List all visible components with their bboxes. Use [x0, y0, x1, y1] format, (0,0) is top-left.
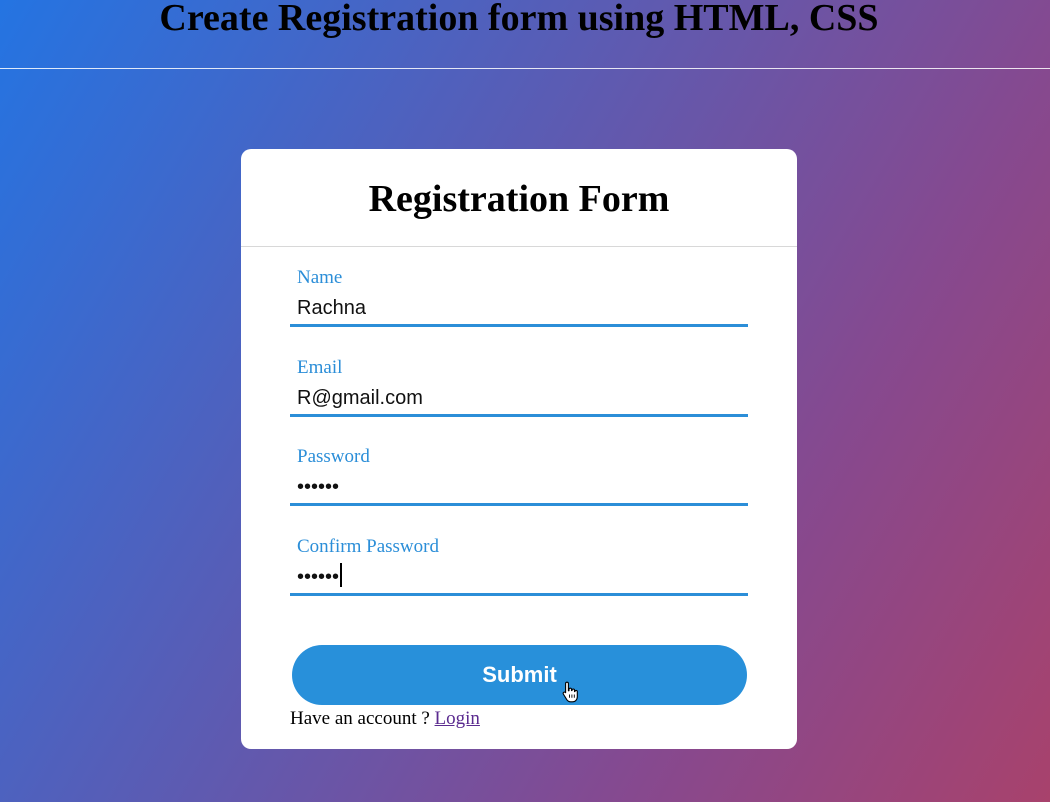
- title-divider: [241, 246, 797, 247]
- password-field-group: Password ••••••: [290, 446, 748, 518]
- submit-button[interactable]: Submit: [292, 645, 747, 705]
- page-heading: Create Registration form using HTML, CSS: [159, 0, 879, 39]
- header-divider: [0, 68, 1050, 69]
- name-input[interactable]: Rachna: [290, 293, 748, 327]
- text-caret: [340, 563, 343, 587]
- confirm-password-input[interactable]: ••••••: [290, 562, 748, 596]
- email-input[interactable]: R@gmail.com: [290, 383, 748, 417]
- email-label: Email: [297, 357, 343, 378]
- account-prompt-text: Have an account ?: [290, 708, 435, 729]
- login-prompt: Have an account ? Login: [290, 707, 480, 731]
- confirm-password-field-group: Confirm Password ••••••: [290, 536, 748, 608]
- password-input[interactable]: ••••••: [290, 472, 748, 506]
- submit-label: Submit: [482, 662, 557, 687]
- hand-pointer-icon: [562, 681, 578, 703]
- form-title: Registration Form: [368, 178, 670, 220]
- name-field-group: Name Rachna: [290, 267, 748, 339]
- name-label: Name: [297, 267, 343, 288]
- confirm-password-value: ••••••: [297, 566, 340, 588]
- confirm-password-label: Confirm Password: [297, 536, 439, 557]
- email-field-group: Email R@gmail.com: [290, 357, 748, 429]
- password-label: Password: [297, 446, 370, 467]
- registration-card: Registration Form Name Rachna Email R@gm…: [241, 149, 797, 749]
- login-link[interactable]: Login: [435, 708, 480, 729]
